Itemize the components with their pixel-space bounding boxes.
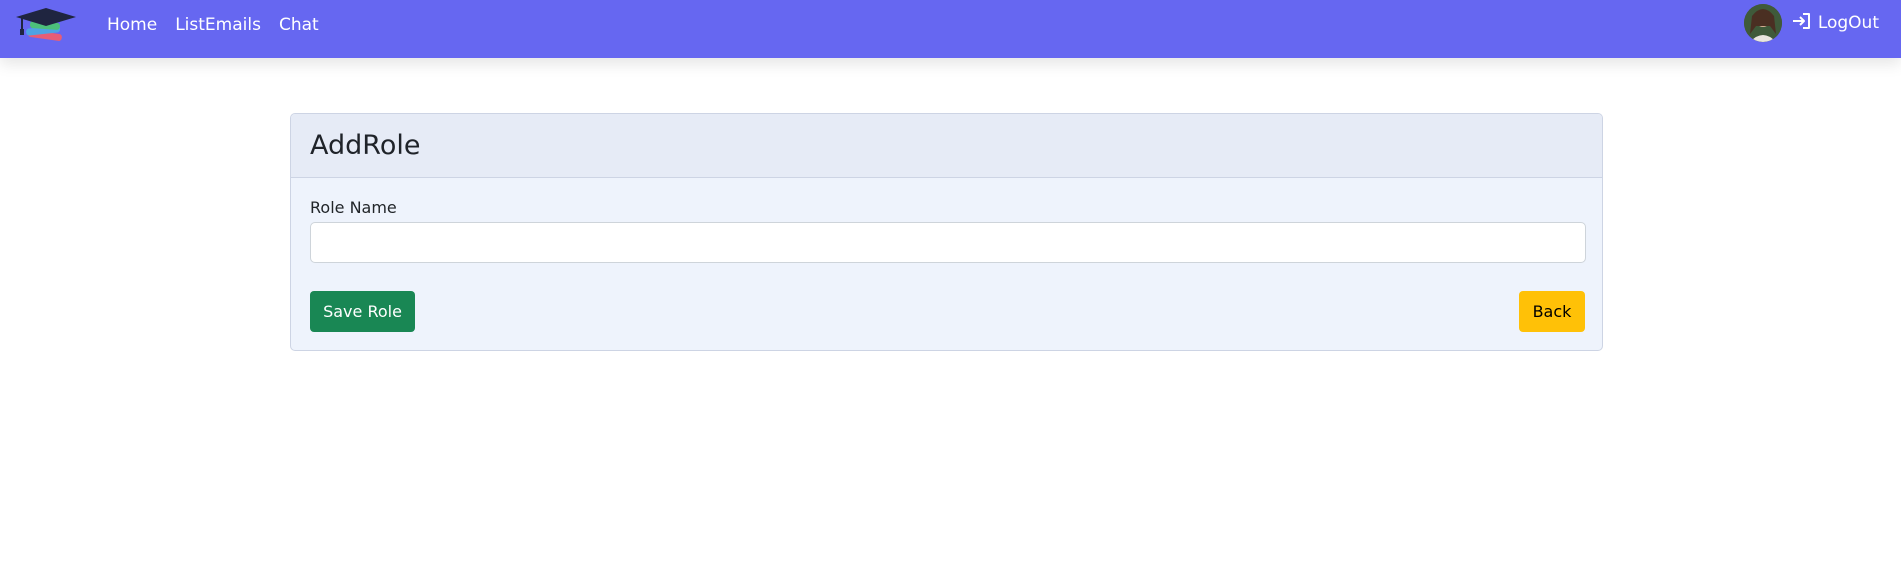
nav-link-home[interactable]: Home [107,15,157,35]
role-name-input[interactable] [310,222,1586,263]
card-body: Role Name Save Role Back [291,178,1602,350]
save-role-button[interactable]: Save Role [310,291,415,332]
role-name-label: Role Name [310,198,397,217]
graduation-cap-books-icon[interactable] [14,6,78,46]
navbar: Home ListEmails Chat LogOut [0,0,1901,58]
nav-link-list-emails[interactable]: ListEmails [175,15,261,35]
avatar[interactable] [1743,4,1782,42]
logout-link[interactable]: LogOut [1792,12,1879,35]
logout-label: LogOut [1817,13,1879,33]
nav-link-chat[interactable]: Chat [279,15,319,35]
card-header: AddRole [291,114,1602,178]
nav-user-area: LogOut [1743,0,1879,46]
nav-links: Home ListEmails Chat [107,0,319,50]
sign-in-arrow-icon [1792,12,1812,35]
add-role-card: AddRole Role Name Save Role Back [290,113,1603,351]
page-title: AddRole [310,130,421,161]
back-button[interactable]: Back [1519,291,1585,332]
